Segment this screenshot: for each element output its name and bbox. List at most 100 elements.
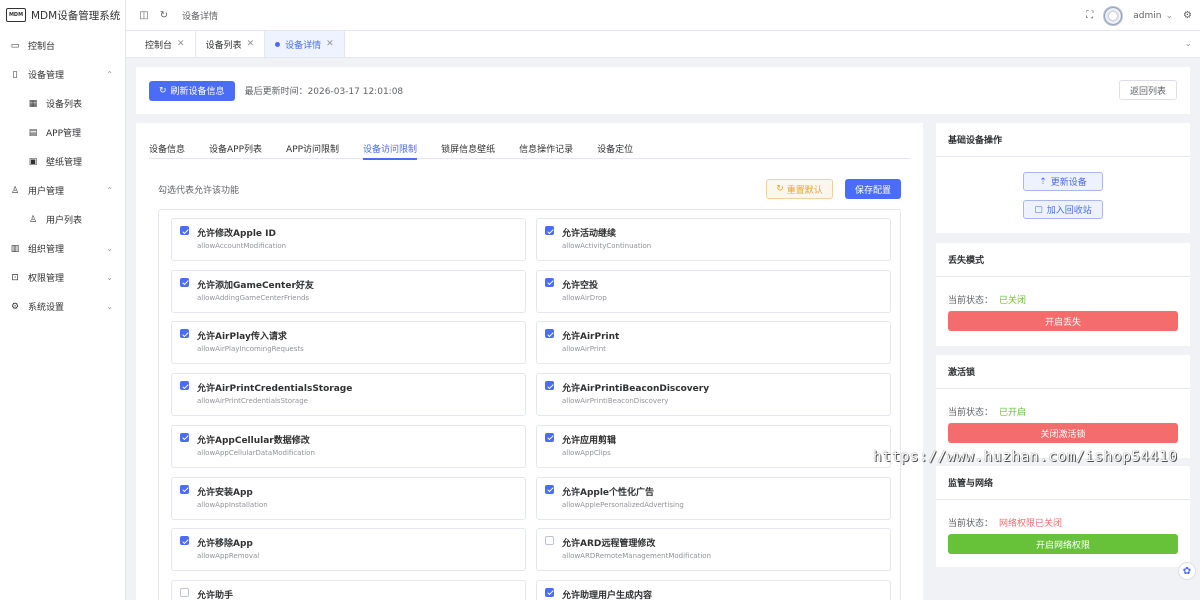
sidebar-item-label: 控制台 [28, 42, 56, 52]
permission-item[interactable]: 允许AirPlay传入请求 allowAirPlayIncomingRequest… [171, 321, 526, 365]
sidebar-item-wallpaper[interactable]: ▣ 壁纸管理 [0, 147, 125, 176]
close-icon[interactable]: ✕ [177, 39, 185, 49]
button-label: 更新设备 [1050, 178, 1087, 188]
permission-item[interactable]: 允许空投 allowAirDrop [536, 269, 891, 313]
close-icon[interactable]: ✕ [326, 39, 334, 49]
chevron-down-icon: ⌄ [106, 302, 113, 311]
tab-lockscreen-wallpaper[interactable]: 锁屏信息壁纸 [429, 137, 507, 159]
sidebar-item-user-management[interactable]: ♙ 用户管理 ⌃ [0, 176, 125, 205]
sidebar-item-settings[interactable]: ⚙ 系统设置 ⌄ [0, 292, 125, 321]
last-update-time: 最后更新时间：2026-03-17 12:01:08 [244, 87, 404, 97]
permission-checkbox[interactable] [545, 277, 554, 287]
status-label: 当前状态： [948, 519, 994, 529]
tab-device-apps[interactable]: 设备APP列表 [197, 137, 274, 159]
permission-item[interactable]: 允许助手 [171, 579, 526, 600]
permission-item[interactable]: 允许AirPrint allowAirPrint [536, 321, 891, 365]
permission-checkbox[interactable] [180, 484, 189, 494]
sidebar-item-dashboard[interactable]: ▭ 控制台 [0, 31, 125, 60]
main-panel: 设备信息 设备APP列表 APP访问限制 设备访问限制 锁屏信息壁纸 信息操作记… [136, 123, 923, 600]
permission-key: allowAccountModification [197, 242, 287, 250]
permission-name: 允许AirPrint [562, 332, 620, 343]
sidebar-item-user-list[interactable]: ♙ 用户列表 [0, 205, 125, 234]
gear-icon[interactable]: ⚙ [1183, 10, 1192, 21]
sidebar-item-app-management[interactable]: ▤ APP管理 [0, 118, 125, 147]
sidebar-toggle-icon[interactable]: ◫ [136, 10, 152, 21]
tab-device-info[interactable]: 设备信息 [149, 137, 197, 159]
activation-lock-card: 激活锁 当前状态： 已开启 关闭激活锁 [936, 355, 1190, 458]
permission-item[interactable]: 允许添加GameCenter好友 allowAddingGameCenterFri… [171, 269, 526, 313]
sidebar-item-device-list[interactable]: ▦ 设备列表 [0, 89, 125, 118]
permission-checkbox[interactable] [180, 432, 189, 442]
enable-lost-mode-button[interactable]: 开启丢失 [948, 311, 1178, 331]
breadcrumb: 设备详情 [182, 11, 219, 22]
disable-activation-lock-button[interactable]: 关闭激活锁 [948, 423, 1178, 443]
close-icon[interactable]: ✕ [247, 39, 255, 49]
reset-default-button[interactable]: ↻ 重置默认 [766, 179, 833, 199]
permission-item[interactable]: 允许应用剪辑 allowAppClips [536, 424, 891, 468]
tab-device-restrictions[interactable]: 设备访问限制 [351, 137, 429, 160]
permission-checkbox[interactable] [545, 329, 554, 339]
permission-checkbox[interactable] [545, 381, 554, 391]
enable-network-button[interactable]: 开启网络权限 [948, 534, 1178, 554]
permission-checkbox[interactable] [180, 536, 189, 546]
permission-checkbox[interactable] [180, 587, 189, 597]
permission-checkbox[interactable] [180, 277, 189, 287]
permission-name: 允许AirPlay传入请求 [197, 332, 287, 343]
avatar[interactable] [1103, 5, 1124, 26]
floating-settings-icon[interactable]: ✿ [1178, 562, 1196, 580]
permission-key: allowAppClips [562, 448, 611, 457]
permission-item[interactable]: 允许助理用户生成内容 [536, 579, 891, 600]
permission-checkbox[interactable] [180, 329, 189, 339]
refresh-icon: ↻ [776, 184, 784, 194]
tab-device-list[interactable]: 设备列表 ✕ [196, 31, 266, 57]
user-icon: ♙ [28, 214, 38, 225]
save-config-button[interactable]: 保存配置 [845, 179, 901, 199]
permission-item[interactable]: 允许AirPrintCredentialsStorage allowAirPrin… [171, 373, 526, 417]
activation-status: 已开启 [999, 408, 1027, 418]
topbar-right: ⛶ admin ⌄ ⚙ [1086, 0, 1192, 31]
permission-item[interactable]: 允许AppCellular数据修改 allowAppCellularDataMod… [171, 424, 526, 468]
tab-app-restrictions[interactable]: APP访问限制 [274, 137, 351, 159]
permission-checkbox[interactable] [545, 587, 554, 597]
permission-checkbox[interactable] [545, 432, 554, 442]
permission-item[interactable]: 允许活动继续 allowActivityContinuation [536, 218, 891, 261]
sidebar-item-organization[interactable]: ▥ 组织管理 ⌄ [0, 234, 125, 263]
refresh-icon[interactable]: ↻ [156, 10, 172, 21]
permission-checkbox[interactable] [180, 226, 189, 235]
recycle-bin-button[interactable]: ▢ 加入回收站 [1023, 200, 1103, 219]
chevron-down-icon[interactable]: ⌄ [1165, 11, 1173, 21]
permission-checkbox[interactable] [545, 484, 554, 494]
permission-item[interactable]: 允许ARD远程管理修改 allowARDRemoteManagementModif… [536, 528, 891, 572]
update-device-button[interactable]: ⇡ 更新设备 [1023, 172, 1103, 191]
permission-checkbox[interactable] [545, 226, 554, 235]
permission-name: 允许AirPrintiBeaconDiscovery [562, 384, 710, 395]
permission-key: allowAppRemoval [197, 552, 260, 561]
sidebar-item-permissions[interactable]: ⊡ 权限管理 ⌄ [0, 263, 125, 292]
image-icon: ▣ [28, 156, 38, 167]
sidebar: MDM MDM设备管理系统 ▭ 控制台 ▯ 设备管理 ⌃ ▦ 设备列表 ▤ AP… [0, 0, 126, 600]
tab-device-detail[interactable]: 设备详情 ✕ [265, 31, 345, 57]
permission-item[interactable]: 允许移除App allowAppRemoval [171, 528, 526, 572]
permission-key: allowAppCellularDataModification [197, 448, 315, 457]
permission-checkbox[interactable] [545, 536, 554, 546]
refresh-device-button[interactable]: ↻ 刷新设备信息 [149, 80, 235, 101]
chevron-down-icon[interactable]: ⌄ [1184, 39, 1192, 49]
tab-dashboard[interactable]: 控制台 ✕ [126, 31, 196, 57]
activation-status-row: 当前状态： 已开启 [948, 405, 1026, 418]
permission-item[interactable]: 允许Apple个性化广告 allowApplePersonalizedAdvert… [536, 476, 891, 520]
fullscreen-icon[interactable]: ⛶ [1086, 10, 1093, 21]
user-icon: ♙ [10, 185, 20, 196]
back-to-list-button[interactable]: 返回列表 [1118, 80, 1177, 100]
gear-icon: ⚙ [10, 301, 20, 312]
permission-item[interactable]: 允许修改Apple ID allowAccountModification [171, 218, 526, 261]
tab-operation-log[interactable]: 信息操作记录 [507, 137, 585, 159]
permission-name: 允许活动继续 [562, 229, 617, 239]
permission-name: 允许Apple个性化广告 [562, 487, 655, 498]
tab-device-location[interactable]: 设备定位 [585, 137, 645, 159]
sidebar-item-device-management[interactable]: ▯ 设备管理 ⌃ [0, 60, 125, 89]
permission-item[interactable]: 允许安装App allowAppInstallation [171, 476, 526, 520]
user-name[interactable]: admin [1133, 11, 1161, 21]
permission-checkbox[interactable] [180, 381, 189, 391]
permission-item[interactable]: 允许AirPrintiBeaconDiscovery allowAirPrinti… [536, 373, 891, 417]
permission-name: 允许ARD远程管理修改 [562, 539, 656, 550]
